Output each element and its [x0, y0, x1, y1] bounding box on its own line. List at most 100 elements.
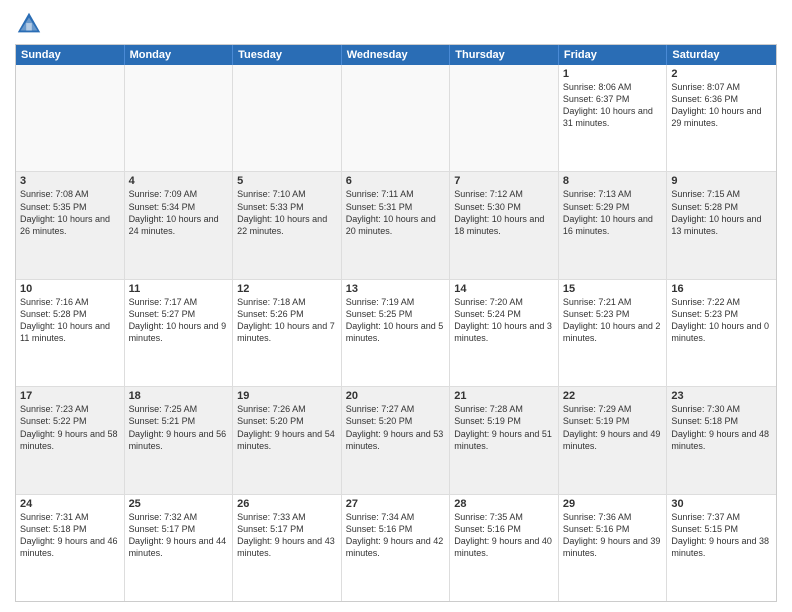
- cell-info: Sunrise: 7:25 AMSunset: 5:21 PMDaylight:…: [129, 403, 229, 452]
- day-number: 28: [454, 498, 554, 510]
- day-number: 30: [671, 498, 772, 510]
- calendar-cell-1: 1Sunrise: 8:06 AMSunset: 6:37 PMDaylight…: [559, 65, 668, 171]
- calendar-cell-4: 4Sunrise: 7:09 AMSunset: 5:34 PMDaylight…: [125, 172, 234, 278]
- day-number: 20: [346, 390, 446, 402]
- cell-info: Sunrise: 7:10 AMSunset: 5:33 PMDaylight:…: [237, 188, 337, 237]
- cell-info: Sunrise: 7:12 AMSunset: 5:30 PMDaylight:…: [454, 188, 554, 237]
- cell-info: Sunrise: 7:18 AMSunset: 5:26 PMDaylight:…: [237, 296, 337, 345]
- calendar-cell-15: 15Sunrise: 7:21 AMSunset: 5:23 PMDayligh…: [559, 280, 668, 386]
- calendar-body: 1Sunrise: 8:06 AMSunset: 6:37 PMDaylight…: [16, 65, 776, 601]
- cell-info: Sunrise: 7:29 AMSunset: 5:19 PMDaylight:…: [563, 403, 663, 452]
- day-number: 5: [237, 175, 337, 187]
- calendar-cell-30: 30Sunrise: 7:37 AMSunset: 5:15 PMDayligh…: [667, 495, 776, 601]
- calendar-cell-empty: [16, 65, 125, 171]
- day-number: 6: [346, 175, 446, 187]
- day-number: 26: [237, 498, 337, 510]
- calendar-cell-7: 7Sunrise: 7:12 AMSunset: 5:30 PMDaylight…: [450, 172, 559, 278]
- day-number: 9: [671, 175, 772, 187]
- calendar-cell-12: 12Sunrise: 7:18 AMSunset: 5:26 PMDayligh…: [233, 280, 342, 386]
- cell-info: Sunrise: 7:30 AMSunset: 5:18 PMDaylight:…: [671, 403, 772, 452]
- day-number: 10: [20, 283, 120, 295]
- day-number: 18: [129, 390, 229, 402]
- day-header-thursday: Thursday: [450, 45, 559, 65]
- cell-info: Sunrise: 7:21 AMSunset: 5:23 PMDaylight:…: [563, 296, 663, 345]
- cell-info: Sunrise: 7:34 AMSunset: 5:16 PMDaylight:…: [346, 511, 446, 560]
- day-number: 17: [20, 390, 120, 402]
- day-number: 12: [237, 283, 337, 295]
- day-number: 19: [237, 390, 337, 402]
- cell-info: Sunrise: 7:16 AMSunset: 5:28 PMDaylight:…: [20, 296, 120, 345]
- cell-info: Sunrise: 7:20 AMSunset: 5:24 PMDaylight:…: [454, 296, 554, 345]
- calendar-row-0: 1Sunrise: 8:06 AMSunset: 6:37 PMDaylight…: [16, 65, 776, 171]
- cell-info: Sunrise: 7:11 AMSunset: 5:31 PMDaylight:…: [346, 188, 446, 237]
- calendar-cell-26: 26Sunrise: 7:33 AMSunset: 5:17 PMDayligh…: [233, 495, 342, 601]
- calendar-cell-13: 13Sunrise: 7:19 AMSunset: 5:25 PMDayligh…: [342, 280, 451, 386]
- header: [15, 10, 777, 38]
- cell-info: Sunrise: 8:07 AMSunset: 6:36 PMDaylight:…: [671, 81, 772, 130]
- day-number: 1: [563, 68, 663, 80]
- cell-info: Sunrise: 7:32 AMSunset: 5:17 PMDaylight:…: [129, 511, 229, 560]
- calendar-cell-23: 23Sunrise: 7:30 AMSunset: 5:18 PMDayligh…: [667, 387, 776, 493]
- day-number: 25: [129, 498, 229, 510]
- calendar-cell-empty: [233, 65, 342, 171]
- cell-info: Sunrise: 7:13 AMSunset: 5:29 PMDaylight:…: [563, 188, 663, 237]
- calendar-cell-19: 19Sunrise: 7:26 AMSunset: 5:20 PMDayligh…: [233, 387, 342, 493]
- cell-info: Sunrise: 7:17 AMSunset: 5:27 PMDaylight:…: [129, 296, 229, 345]
- day-number: 2: [671, 68, 772, 80]
- calendar-row-1: 3Sunrise: 7:08 AMSunset: 5:35 PMDaylight…: [16, 171, 776, 278]
- calendar-cell-27: 27Sunrise: 7:34 AMSunset: 5:16 PMDayligh…: [342, 495, 451, 601]
- calendar-header: SundayMondayTuesdayWednesdayThursdayFrid…: [16, 45, 776, 65]
- calendar-cell-25: 25Sunrise: 7:32 AMSunset: 5:17 PMDayligh…: [125, 495, 234, 601]
- day-header-tuesday: Tuesday: [233, 45, 342, 65]
- calendar-cell-11: 11Sunrise: 7:17 AMSunset: 5:27 PMDayligh…: [125, 280, 234, 386]
- day-header-friday: Friday: [559, 45, 668, 65]
- day-header-sunday: Sunday: [16, 45, 125, 65]
- calendar-cell-20: 20Sunrise: 7:27 AMSunset: 5:20 PMDayligh…: [342, 387, 451, 493]
- logo: [15, 10, 47, 38]
- calendar-row-3: 17Sunrise: 7:23 AMSunset: 5:22 PMDayligh…: [16, 386, 776, 493]
- day-number: 29: [563, 498, 663, 510]
- calendar-row-2: 10Sunrise: 7:16 AMSunset: 5:28 PMDayligh…: [16, 279, 776, 386]
- calendar-cell-10: 10Sunrise: 7:16 AMSunset: 5:28 PMDayligh…: [16, 280, 125, 386]
- calendar-cell-5: 5Sunrise: 7:10 AMSunset: 5:33 PMDaylight…: [233, 172, 342, 278]
- day-number: 8: [563, 175, 663, 187]
- calendar-cell-17: 17Sunrise: 7:23 AMSunset: 5:22 PMDayligh…: [16, 387, 125, 493]
- calendar-cell-empty: [342, 65, 451, 171]
- day-number: 11: [129, 283, 229, 295]
- cell-info: Sunrise: 7:19 AMSunset: 5:25 PMDaylight:…: [346, 296, 446, 345]
- calendar-cell-14: 14Sunrise: 7:20 AMSunset: 5:24 PMDayligh…: [450, 280, 559, 386]
- cell-info: Sunrise: 7:37 AMSunset: 5:15 PMDaylight:…: [671, 511, 772, 560]
- logo-icon: [15, 10, 43, 38]
- page: SundayMondayTuesdayWednesdayThursdayFrid…: [0, 0, 792, 612]
- day-number: 3: [20, 175, 120, 187]
- cell-info: Sunrise: 7:33 AMSunset: 5:17 PMDaylight:…: [237, 511, 337, 560]
- calendar-cell-29: 29Sunrise: 7:36 AMSunset: 5:16 PMDayligh…: [559, 495, 668, 601]
- calendar: SundayMondayTuesdayWednesdayThursdayFrid…: [15, 44, 777, 602]
- calendar-cell-empty: [125, 65, 234, 171]
- day-header-monday: Monday: [125, 45, 234, 65]
- day-number: 23: [671, 390, 772, 402]
- calendar-cell-21: 21Sunrise: 7:28 AMSunset: 5:19 PMDayligh…: [450, 387, 559, 493]
- day-header-wednesday: Wednesday: [342, 45, 451, 65]
- cell-info: Sunrise: 7:36 AMSunset: 5:16 PMDaylight:…: [563, 511, 663, 560]
- cell-info: Sunrise: 8:06 AMSunset: 6:37 PMDaylight:…: [563, 81, 663, 130]
- day-number: 24: [20, 498, 120, 510]
- day-number: 22: [563, 390, 663, 402]
- cell-info: Sunrise: 7:23 AMSunset: 5:22 PMDaylight:…: [20, 403, 120, 452]
- calendar-cell-24: 24Sunrise: 7:31 AMSunset: 5:18 PMDayligh…: [16, 495, 125, 601]
- calendar-row-4: 24Sunrise: 7:31 AMSunset: 5:18 PMDayligh…: [16, 494, 776, 601]
- cell-info: Sunrise: 7:35 AMSunset: 5:16 PMDaylight:…: [454, 511, 554, 560]
- calendar-cell-22: 22Sunrise: 7:29 AMSunset: 5:19 PMDayligh…: [559, 387, 668, 493]
- day-number: 13: [346, 283, 446, 295]
- calendar-cell-18: 18Sunrise: 7:25 AMSunset: 5:21 PMDayligh…: [125, 387, 234, 493]
- cell-info: Sunrise: 7:08 AMSunset: 5:35 PMDaylight:…: [20, 188, 120, 237]
- cell-info: Sunrise: 7:09 AMSunset: 5:34 PMDaylight:…: [129, 188, 229, 237]
- day-number: 14: [454, 283, 554, 295]
- day-number: 15: [563, 283, 663, 295]
- calendar-cell-2: 2Sunrise: 8:07 AMSunset: 6:36 PMDaylight…: [667, 65, 776, 171]
- cell-info: Sunrise: 7:22 AMSunset: 5:23 PMDaylight:…: [671, 296, 772, 345]
- day-number: 21: [454, 390, 554, 402]
- calendar-cell-9: 9Sunrise: 7:15 AMSunset: 5:28 PMDaylight…: [667, 172, 776, 278]
- calendar-cell-8: 8Sunrise: 7:13 AMSunset: 5:29 PMDaylight…: [559, 172, 668, 278]
- calendar-cell-16: 16Sunrise: 7:22 AMSunset: 5:23 PMDayligh…: [667, 280, 776, 386]
